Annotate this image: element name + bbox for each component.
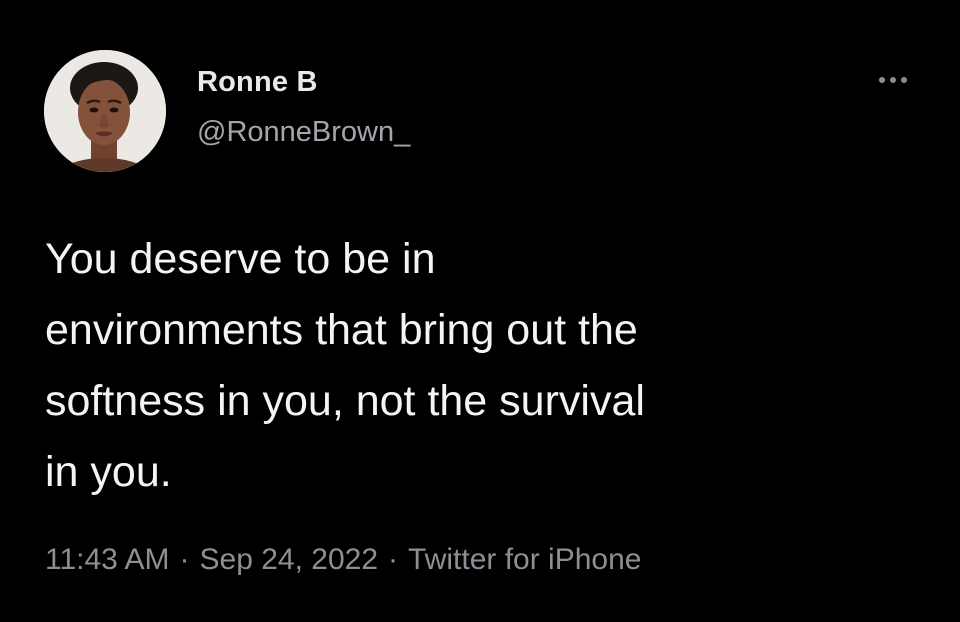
tweet-card: Ronne B @RonneBrown_ You deserve to be i… xyxy=(0,0,960,622)
author-display-name[interactable]: Ronne B xyxy=(197,66,318,99)
profile-photo-icon xyxy=(44,50,166,172)
meta-separator: · xyxy=(179,543,190,576)
author-handle[interactable]: @RonneBrown_ xyxy=(197,116,410,149)
tweet-time[interactable]: 11:43 AM xyxy=(45,543,170,576)
meta-separator: · xyxy=(388,543,399,576)
tweet-meta: 11:43 AM · Sep 24, 2022 · Twitter for iPhone xyxy=(45,543,641,577)
more-options-button[interactable] xyxy=(868,62,918,98)
tweet-text: You deserve to be in environments that b… xyxy=(45,235,645,496)
author-avatar[interactable] xyxy=(44,50,166,172)
tweet-date[interactable]: Sep 24, 2022 xyxy=(200,543,379,576)
tweet-source[interactable]: Twitter for iPhone xyxy=(408,543,641,576)
more-horizontal-icon xyxy=(879,77,907,83)
